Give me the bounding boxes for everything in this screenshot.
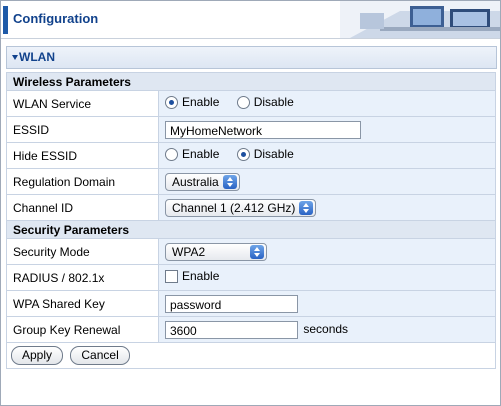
- group-title: Security Parameters: [6, 220, 496, 239]
- select-value: Australia: [172, 174, 219, 189]
- select-arrows-icon[interactable]: [299, 200, 314, 215]
- group-header-security: Security Parameters: [6, 220, 496, 239]
- hide-essid-disable-radio[interactable]: Disable: [236, 147, 294, 162]
- radio-selected-icon[interactable]: [236, 147, 250, 161]
- wpa-shared-key-input[interactable]: password: [165, 294, 298, 313]
- wlan-settings-table: Wireless Parameters WLAN Service Enable …: [6, 72, 496, 369]
- radius-label: RADIUS / 802.1x: [6, 264, 159, 291]
- wlan-service-label: WLAN Service: [6, 90, 159, 117]
- group-title: Wireless Parameters: [6, 72, 496, 91]
- hide-essid-label: Hide ESSID: [6, 142, 159, 169]
- apply-button[interactable]: Apply: [11, 346, 64, 365]
- wlan-service-options: Enable Disable: [158, 90, 496, 117]
- row-buttons: Apply Cancel: [6, 342, 496, 369]
- radio-selected-icon[interactable]: [165, 95, 178, 109]
- security-mode-label: Security Mode: [6, 238, 159, 265]
- radio-label: Disable: [253, 95, 294, 110]
- select-arrows-icon[interactable]: [222, 174, 237, 189]
- channel-id-select[interactable]: Channel 1 (2.412 GHz): [165, 198, 317, 217]
- row-wpa-key: WPA Shared Key password: [6, 290, 496, 317]
- group-key-renewal-input[interactable]: 3600: [165, 320, 298, 339]
- wlan-service-enable-radio[interactable]: Enable: [165, 95, 219, 109]
- security-mode-select[interactable]: WPA2: [165, 242, 267, 261]
- regulation-domain-select[interactable]: Australia: [165, 172, 240, 191]
- select-value: Channel 1 (2.412 GHz): [172, 200, 296, 215]
- hide-essid-enable-radio[interactable]: Enable: [165, 147, 219, 161]
- checkbox-label: Enable: [182, 269, 220, 284]
- channel-id-label: Channel ID: [6, 194, 159, 221]
- row-wlan-service: WLAN Service Enable Disable: [6, 90, 496, 117]
- radio-label: Enable: [182, 95, 220, 110]
- essid-label: ESSID: [6, 116, 159, 143]
- essid-input[interactable]: MyHomeNetwork: [165, 120, 361, 139]
- header-accent-bar: [3, 6, 8, 34]
- page-title: Configuration: [13, 11, 99, 26]
- select-value: WPA2: [172, 244, 206, 259]
- radio-label: Enable: [182, 147, 220, 162]
- regulation-domain-label: Regulation Domain: [6, 168, 159, 195]
- section-title: WLAN: [19, 50, 55, 64]
- row-regulation-domain: Regulation Domain Australia: [6, 168, 496, 195]
- radio-unselected-icon[interactable]: [236, 95, 250, 109]
- window-frame: Configuration WLAN Wireless Parameters W…: [0, 0, 501, 406]
- radio-unselected-icon[interactable]: [165, 147, 178, 161]
- row-group-key-renewal: Group Key Renewal 3600 seconds: [6, 316, 496, 343]
- row-essid: ESSID MyHomeNetwork: [6, 116, 496, 143]
- group-key-renewal-label: Group Key Renewal: [6, 316, 159, 343]
- row-channel-id: Channel ID Channel 1 (2.412 GHz): [6, 194, 496, 221]
- office-banner-image: [340, 1, 500, 38]
- collapse-arrow-icon[interactable]: [12, 55, 18, 60]
- wlan-section-header[interactable]: WLAN: [6, 46, 497, 69]
- row-radius: RADIUS / 802.1x Enable: [6, 264, 496, 291]
- select-arrows-icon[interactable]: [250, 244, 264, 259]
- wpa-key-label: WPA Shared Key: [6, 290, 159, 317]
- cancel-button[interactable]: Cancel: [70, 346, 130, 365]
- radius-enable-checkbox[interactable]: Enable: [165, 269, 219, 283]
- page-header: Configuration: [1, 1, 500, 39]
- row-hide-essid: Hide ESSID Enable Disable: [6, 142, 496, 169]
- units-label: seconds: [303, 321, 349, 336]
- wlan-service-disable-radio[interactable]: Disable: [236, 95, 294, 110]
- radio-label: Disable: [253, 147, 294, 162]
- row-security-mode: Security Mode WPA2: [6, 238, 496, 265]
- group-header-wireless: Wireless Parameters: [6, 72, 496, 91]
- checkbox-icon[interactable]: [165, 269, 178, 283]
